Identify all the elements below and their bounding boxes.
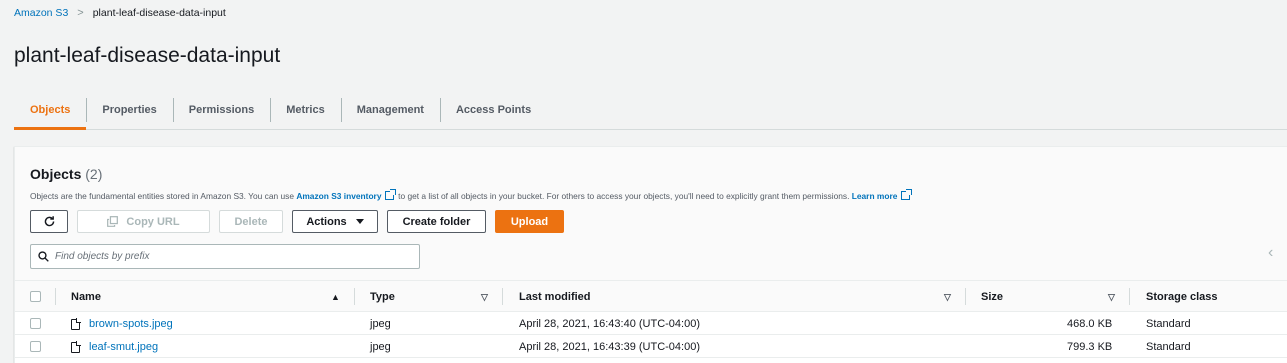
table-row: leaf-smut.jpeg jpeg April 28, 2021, 16:4… xyxy=(15,336,1287,358)
column-header-type[interactable]: Type xyxy=(370,281,395,312)
breadcrumb-amazon-s3-link[interactable]: Amazon S3 xyxy=(14,7,68,19)
copy-url-button[interactable]: Copy URL xyxy=(77,210,210,233)
last-modified-cell: April 28, 2021, 16:43:40 (UTC-04:00) xyxy=(519,318,700,330)
object-link[interactable]: brown-spots.jpeg xyxy=(89,318,173,330)
search-icon xyxy=(38,251,49,262)
storage-class-cell: Standard xyxy=(1146,318,1191,330)
column-divider xyxy=(55,288,56,305)
search-input[interactable] xyxy=(55,251,395,262)
create-folder-button[interactable]: Create folder xyxy=(387,210,486,233)
objects-description: Objects are the fundamental entities sto… xyxy=(30,189,912,201)
page-title: plant-leaf-disease-data-input xyxy=(14,44,281,67)
column-divider xyxy=(1129,288,1130,305)
tab-permissions[interactable]: Permissions xyxy=(172,92,270,128)
external-link-icon[interactable] xyxy=(900,189,912,200)
refresh-icon xyxy=(44,216,54,227)
caret-down-icon xyxy=(355,219,364,224)
select-all-checkbox[interactable] xyxy=(30,291,41,302)
objects-panel-header: Objects (2) Objects are the fundamental … xyxy=(15,147,1287,281)
actions-dropdown-button[interactable]: Actions xyxy=(292,210,378,233)
row-checkbox[interactable] xyxy=(30,341,41,352)
column-header-name[interactable]: Name xyxy=(71,281,101,312)
row-checkbox[interactable] xyxy=(30,318,41,329)
copy-url-label: Copy URL xyxy=(126,215,180,228)
objects-heading: Objects (2) xyxy=(30,166,102,182)
type-cell: jpeg xyxy=(370,318,391,330)
sort-ascending-icon[interactable]: ▲ xyxy=(331,292,340,302)
column-header-storage-class[interactable]: Storage class xyxy=(1146,281,1218,312)
type-cell: jpeg xyxy=(370,341,391,353)
size-cell: 468.0 KB xyxy=(1067,318,1113,330)
tab-access-points[interactable]: Access Points xyxy=(439,92,547,128)
description-text-1: Objects are the fundamental entities sto… xyxy=(30,191,297,201)
tab-objects[interactable]: Objects xyxy=(14,92,87,130)
file-icon xyxy=(71,317,81,330)
sort-icon[interactable]: ▽ xyxy=(1108,292,1115,303)
object-link[interactable]: leaf-smut.jpeg xyxy=(89,341,158,353)
actions-label: Actions xyxy=(306,215,347,228)
breadcrumb-separator: > xyxy=(77,7,84,19)
table-row: brown-spots.jpeg jpeg April 28, 2021, 16… xyxy=(15,313,1287,335)
description-text-2: to get a list of all objects in your buc… xyxy=(395,191,852,201)
column-header-size[interactable]: Size xyxy=(981,281,1003,312)
s3-inventory-link[interactable]: Amazon S3 inventory xyxy=(296,191,381,201)
last-modified-cell: April 28, 2021, 16:43:39 (UTC-04:00) xyxy=(519,341,700,353)
objects-heading-label: Objects xyxy=(30,166,82,182)
tab-bar: Objects Properties Permissions Metrics M… xyxy=(14,92,1287,130)
storage-class-cell: Standard xyxy=(1146,341,1191,353)
name-cell: leaf-smut.jpeg xyxy=(71,336,158,358)
column-divider xyxy=(354,288,355,305)
sort-icon[interactable]: ▽ xyxy=(944,292,951,303)
tab-properties[interactable]: Properties xyxy=(86,92,172,128)
size-cell: 799.3 KB xyxy=(1067,341,1113,353)
column-header-last-modified[interactable]: Last modified xyxy=(519,281,591,312)
column-divider xyxy=(502,288,503,305)
upload-button[interactable]: Upload xyxy=(495,210,564,233)
objects-count: (2) xyxy=(85,166,103,182)
breadcrumb-current: plant-leaf-disease-data-input xyxy=(92,7,226,19)
search-box xyxy=(30,244,420,269)
name-cell: brown-spots.jpeg xyxy=(71,313,173,335)
delete-button[interactable]: Delete xyxy=(219,210,283,233)
copy-icon xyxy=(107,216,119,227)
column-divider xyxy=(965,288,966,305)
file-icon xyxy=(71,340,81,353)
chevron-left-icon[interactable]: ‹ xyxy=(1268,244,1273,262)
sort-icon[interactable]: ▽ xyxy=(481,292,488,303)
table-header: Name ▲ Type ▽ Last modified ▽ Size ▽ Sto… xyxy=(15,281,1287,312)
breadcrumb: Amazon S3 > plant-leaf-disease-data-inpu… xyxy=(14,7,226,19)
learn-more-link[interactable]: Learn more xyxy=(852,191,898,201)
objects-toolbar: Copy URL Delete Actions Create folder Up… xyxy=(30,210,564,233)
external-link-icon[interactable] xyxy=(384,189,396,200)
refresh-button[interactable] xyxy=(30,210,68,233)
tab-management[interactable]: Management xyxy=(340,92,440,128)
tab-metrics[interactable]: Metrics xyxy=(270,92,341,128)
objects-panel: Objects (2) Objects are the fundamental … xyxy=(14,146,1287,363)
